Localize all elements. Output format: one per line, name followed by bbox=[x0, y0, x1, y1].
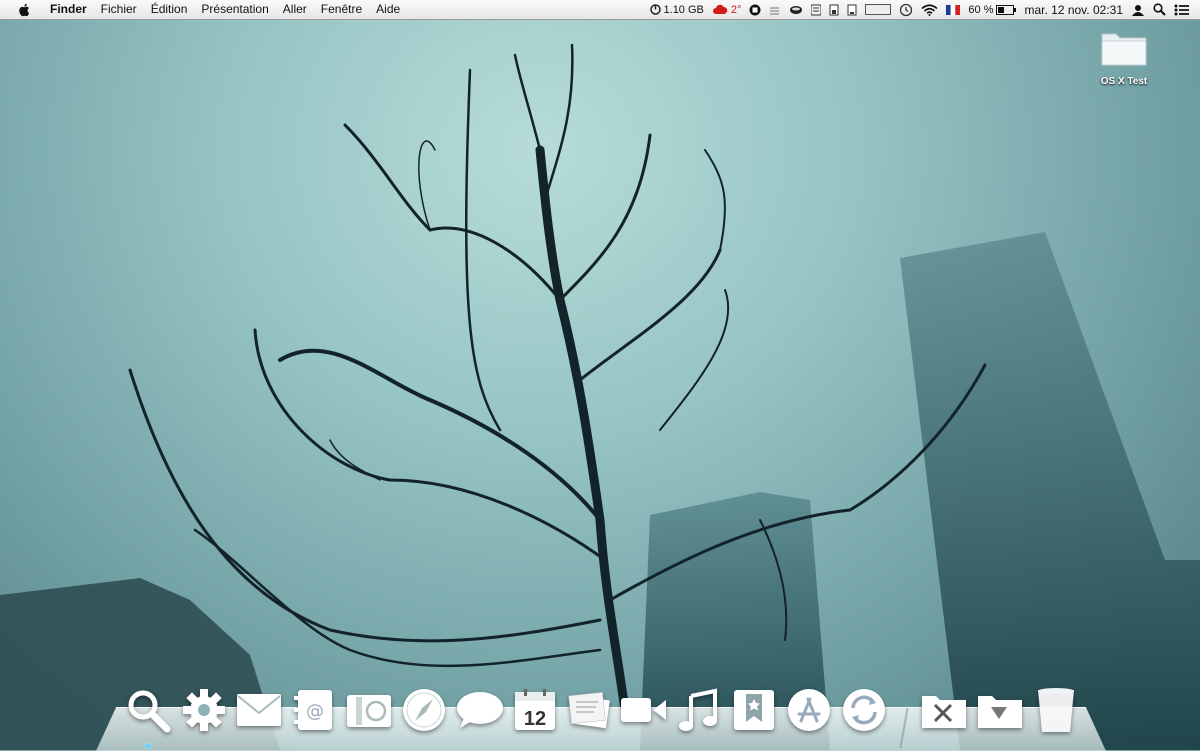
desktop-icon-label: OS X Test bbox=[1100, 76, 1148, 87]
clock[interactable]: mar. 12 nov. 02:31 bbox=[1024, 3, 1123, 17]
disk-activity-icon[interactable] bbox=[811, 4, 822, 16]
network-activity-icon[interactable] bbox=[769, 5, 781, 15]
compass-icon bbox=[403, 689, 445, 731]
memory-value: 1.10 GB bbox=[663, 3, 704, 16]
battery-status[interactable]: 60 % bbox=[968, 3, 1017, 16]
dock-bookmarks[interactable] bbox=[730, 686, 778, 734]
coffee-icon[interactable] bbox=[789, 5, 803, 15]
dock-safari[interactable] bbox=[400, 686, 448, 734]
notification-center-icon[interactable] bbox=[1174, 4, 1190, 16]
cloud-icon bbox=[712, 4, 728, 14]
menu-fichier[interactable]: Fichier bbox=[94, 0, 144, 19]
user-icon[interactable] bbox=[1131, 4, 1145, 16]
trash-icon bbox=[1038, 688, 1074, 732]
dock-messages[interactable] bbox=[456, 686, 504, 734]
wifi-icon[interactable] bbox=[921, 3, 938, 16]
menu-presentation[interactable]: Présentation bbox=[194, 0, 275, 19]
menu-bar: Finder Fichier Édition Présentation Alle… bbox=[0, 0, 1200, 20]
menu-finder[interactable]: Finder bbox=[43, 0, 94, 19]
dock-downloads-folder[interactable] bbox=[976, 686, 1024, 734]
desktop-wallpaper bbox=[0, 0, 1200, 750]
weather-status[interactable]: 2° bbox=[712, 3, 742, 16]
menu-fenetre[interactable]: Fenêtre bbox=[314, 0, 369, 19]
battery-percent: 60 % bbox=[968, 3, 994, 16]
menu-aller[interactable]: Aller bbox=[276, 0, 314, 19]
dock-app-store[interactable] bbox=[785, 686, 833, 734]
dock-sync[interactable] bbox=[840, 686, 888, 734]
dock-spotlight[interactable] bbox=[124, 686, 172, 734]
battery-icon bbox=[996, 4, 1017, 15]
running-indicator bbox=[145, 744, 151, 748]
gpu-icon[interactable] bbox=[847, 4, 857, 16]
graph-meter-icon[interactable] bbox=[865, 4, 892, 15]
memory-gauge-icon bbox=[649, 4, 661, 15]
input-source-flag-icon[interactable] bbox=[946, 4, 961, 15]
bookmark-star-icon bbox=[734, 690, 774, 730]
desktop-folder-os-x-test[interactable]: OS X Test bbox=[1094, 28, 1154, 87]
stop-icon[interactable] bbox=[749, 4, 761, 16]
calendar-day: 12 bbox=[524, 708, 546, 730]
dock-contacts[interactable]: @ bbox=[290, 686, 338, 734]
dock-calendar[interactable]: 12 bbox=[511, 686, 559, 734]
dock-trash[interactable] bbox=[1032, 686, 1080, 734]
music-note-icon bbox=[679, 688, 717, 731]
video-camera-icon bbox=[621, 698, 666, 722]
magnifier-icon bbox=[128, 690, 171, 733]
address-book-icon: @ bbox=[294, 690, 332, 730]
dock-itunes[interactable] bbox=[675, 686, 723, 734]
menu-aide[interactable]: Aide bbox=[369, 0, 407, 19]
menu-edition[interactable]: Édition bbox=[144, 0, 195, 19]
svg-text:@: @ bbox=[306, 701, 324, 722]
dock-facetime[interactable] bbox=[620, 686, 668, 734]
dock-photo-booth[interactable] bbox=[345, 686, 393, 734]
temperature-value: 2° bbox=[730, 3, 742, 16]
calendar-icon: 12 bbox=[515, 689, 555, 730]
app-store-icon bbox=[788, 689, 830, 731]
spotlight-search-icon[interactable] bbox=[1153, 3, 1166, 16]
download-folder-icon bbox=[978, 696, 1022, 728]
apple-menu[interactable] bbox=[13, 3, 35, 17]
memory-status[interactable]: 1.10 GB bbox=[649, 3, 704, 16]
dock-mail[interactable] bbox=[235, 686, 283, 734]
camera-icon bbox=[347, 695, 391, 727]
tools-folder-icon bbox=[922, 696, 966, 728]
cpu-icon[interactable] bbox=[829, 4, 839, 16]
envelope-icon bbox=[237, 694, 281, 726]
sync-icon bbox=[843, 689, 885, 731]
gear-icon bbox=[183, 689, 225, 731]
dock-system-preferences[interactable] bbox=[180, 686, 228, 734]
dock-utilities-folder[interactable] bbox=[920, 686, 968, 734]
wallpaper-image bbox=[0, 43, 1200, 750]
dock-notes[interactable] bbox=[565, 686, 613, 734]
apple-icon bbox=[18, 3, 29, 16]
time-machine-icon[interactable] bbox=[899, 3, 913, 17]
speech-bubble-icon bbox=[457, 692, 503, 728]
folder-icon bbox=[1101, 33, 1147, 66]
notes-stack-icon bbox=[568, 692, 610, 729]
